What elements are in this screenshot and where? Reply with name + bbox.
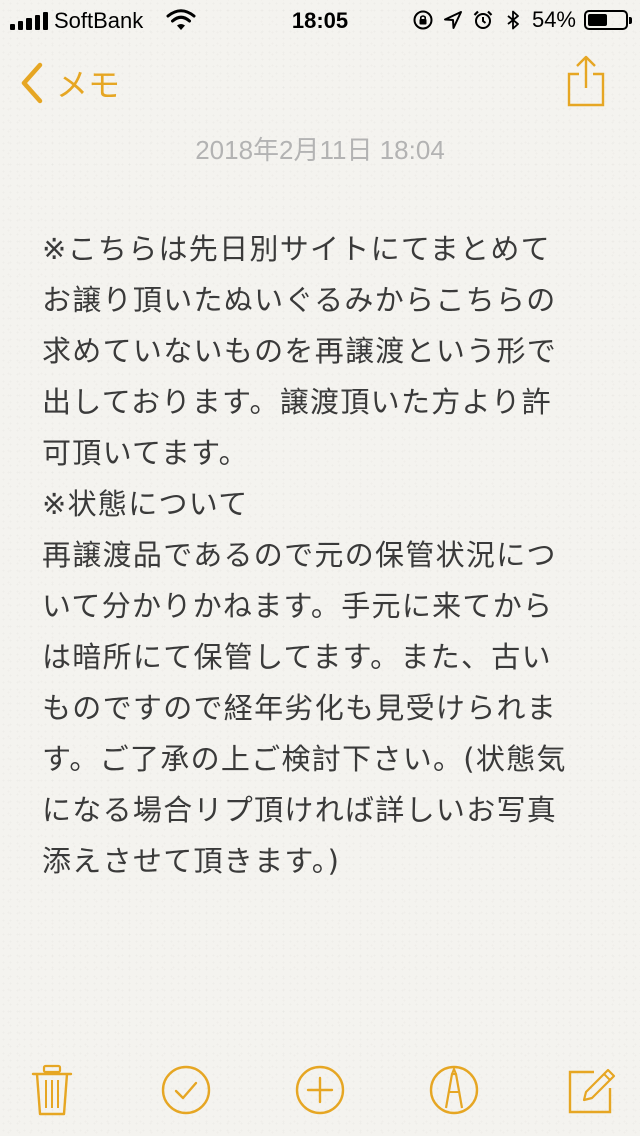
note-date: 2018年2月11日 18:04 xyxy=(195,135,445,165)
note-line: 求めていないものを再譲渡という形で xyxy=(42,334,558,368)
back-label: メモ xyxy=(56,66,121,104)
note-body[interactable]: ※こちらは先日別サイトにてまとめて お譲り頂いたぬいぐるみからこちらの 求めていない… xyxy=(42,224,602,887)
note-line: ※こちらは先日別サイトにてまとめて xyxy=(42,232,551,266)
location-icon xyxy=(443,11,462,29)
trash-button[interactable] xyxy=(24,1060,80,1120)
note-line: いて分かりかねます。手元に来てから xyxy=(42,589,554,623)
note-line: 添えさせて頂きます。) xyxy=(42,844,341,878)
trash-icon xyxy=(31,1064,73,1116)
compose-button[interactable] xyxy=(564,1060,620,1120)
checklist-icon xyxy=(161,1065,211,1115)
note-line: す。ご了承の上ご検討下さい。(状態気 xyxy=(42,742,567,776)
compose-icon xyxy=(568,1068,616,1114)
alarm-icon xyxy=(473,10,493,29)
note-line: お譲り頂いたぬいぐるみからこちらの xyxy=(42,283,557,317)
battery-fill xyxy=(588,14,608,26)
markup-icon xyxy=(429,1065,479,1115)
status-right-group: 54% xyxy=(412,7,632,32)
checklist-button[interactable] xyxy=(158,1060,214,1120)
chevron-left-icon xyxy=(21,62,43,104)
markup-button[interactable] xyxy=(426,1060,482,1120)
share-icon[interactable] xyxy=(566,54,606,108)
battery-percent: 54% xyxy=(531,7,576,32)
battery-icon xyxy=(584,10,632,30)
orientation-lock-icon xyxy=(413,10,433,30)
note-line: になる場合リプ頂ければ詳しいお写真 xyxy=(42,793,558,827)
add-button[interactable] xyxy=(292,1060,348,1120)
note-line: ものですので経年劣化も見受けられま xyxy=(42,691,558,725)
note-line: は暗所にて保管してます。また、古い xyxy=(42,640,552,674)
bluetooth-icon xyxy=(507,10,519,30)
back-button[interactable]: メモ xyxy=(20,58,120,108)
bottom-toolbar xyxy=(0,1060,640,1120)
note-line: 可頂いてます。 xyxy=(42,436,249,470)
status-bar: SoftBank 18:05 54% xyxy=(0,0,640,40)
note-line: ※状態について xyxy=(42,487,249,521)
add-icon xyxy=(295,1065,345,1115)
note-line: 出しております。譲渡頂いた方より許 xyxy=(42,385,552,419)
note-line: 再譲渡品であるので元の保管状況につ xyxy=(42,538,557,572)
